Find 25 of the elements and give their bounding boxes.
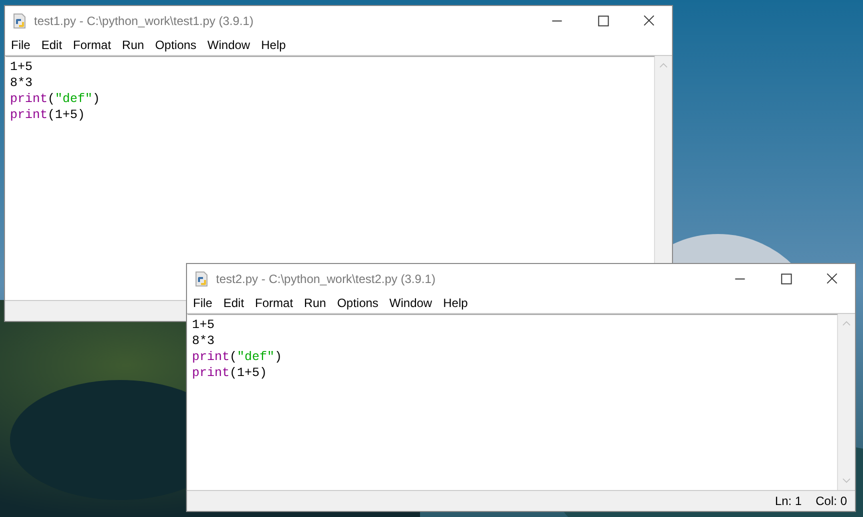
menu-item[interactable]: Options	[155, 38, 202, 52]
code-editor[interactable]: 1+5 8*3 print("def") print(1+5)	[187, 314, 838, 490]
code-line: 1+5	[10, 59, 34, 75]
menu-item[interactable]: File	[11, 38, 36, 52]
code-line: print("def")	[192, 349, 284, 365]
line-number: Ln: 1	[774, 494, 802, 508]
python-file-icon	[194, 270, 210, 286]
window-title: test1.py - C:\python_work\test1.py (3.9.1)	[34, 14, 254, 28]
menu-item[interactable]: Edit	[41, 38, 68, 52]
menu-item[interactable]: Format	[73, 38, 118, 52]
menu-item[interactable]: Window	[207, 38, 256, 52]
scroll-down-icon[interactable]	[842, 477, 851, 484]
code-line: print(1+5)	[10, 107, 86, 123]
window-title: test2.py - C:\python_work\test2.py (3.9.1)	[216, 272, 436, 286]
column-number: Col: 0	[816, 494, 847, 508]
menu-item[interactable]: Help	[261, 38, 292, 52]
scroll-up-icon[interactable]	[842, 320, 851, 327]
code-line: print("def")	[10, 91, 102, 107]
menu-item[interactable]: Run	[122, 38, 150, 52]
code-line: 8*3	[192, 333, 216, 349]
python-file-icon	[12, 12, 28, 28]
code-line: print(1+5)	[192, 365, 268, 381]
code-line: 1+5	[192, 317, 216, 333]
code-line: 8*3	[10, 75, 34, 91]
scroll-up-icon[interactable]	[659, 62, 668, 69]
